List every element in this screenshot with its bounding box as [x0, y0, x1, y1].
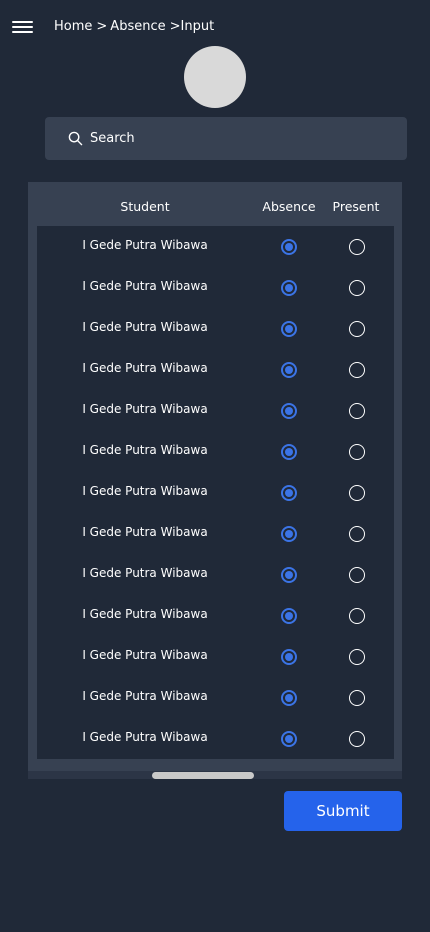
present-radio[interactable]	[349, 731, 365, 747]
column-header-absence: Absence	[262, 199, 316, 214]
table-row: I Gede Putra Wibawa	[37, 390, 394, 431]
table-row: I Gede Putra Wibawa	[37, 267, 394, 308]
table-row: I Gede Putra Wibawa	[37, 718, 394, 759]
breadcrumb-home[interactable]: Home	[54, 19, 92, 34]
column-header-present: Present	[332, 199, 380, 214]
absence-radio[interactable]	[281, 444, 297, 460]
table-row: I Gede Putra Wibawa	[37, 472, 394, 513]
absence-radio[interactable]	[281, 280, 297, 296]
present-radio[interactable]	[349, 526, 365, 542]
student-name: I Gede Putra Wibawa	[82, 525, 208, 539]
absence-radio[interactable]	[281, 239, 297, 255]
absence-radio[interactable]	[281, 608, 297, 624]
present-radio[interactable]	[349, 362, 365, 378]
breadcrumb-separator: >	[169, 19, 181, 34]
student-name: I Gede Putra Wibawa	[82, 238, 208, 252]
breadcrumb-current: Input	[180, 19, 215, 34]
present-radio[interactable]	[349, 239, 365, 255]
column-header-student: Student	[120, 199, 170, 214]
present-radio[interactable]	[349, 321, 365, 337]
student-name: I Gede Putra Wibawa	[82, 320, 208, 334]
table-row: I Gede Putra Wibawa	[37, 554, 394, 595]
student-name: I Gede Putra Wibawa	[82, 648, 208, 662]
absence-radio[interactable]	[281, 526, 297, 542]
table-row: I Gede Putra Wibawa	[37, 226, 394, 267]
student-name: I Gede Putra Wibawa	[82, 607, 208, 621]
breadcrumb-separator: >	[96, 19, 108, 34]
table-row: I Gede Putra Wibawa	[37, 349, 394, 390]
present-radio[interactable]	[349, 485, 365, 501]
present-radio[interactable]	[349, 649, 365, 665]
table-header: Student Absence Present	[28, 182, 402, 226]
student-name: I Gede Putra Wibawa	[82, 689, 208, 703]
student-name: I Gede Putra Wibawa	[82, 361, 208, 375]
avatar[interactable]	[184, 46, 246, 108]
submit-button[interactable]: Submit	[284, 791, 402, 831]
search-input[interactable]	[90, 117, 390, 160]
table-body: I Gede Putra Wibawa I Gede Putra Wibawa I …	[37, 226, 394, 759]
absence-radio[interactable]	[281, 649, 297, 665]
student-name: I Gede Putra Wibawa	[82, 279, 208, 293]
table-row: I Gede Putra Wibawa	[37, 308, 394, 349]
present-radio[interactable]	[349, 444, 365, 460]
absence-radio[interactable]	[281, 321, 297, 337]
present-radio[interactable]	[349, 608, 365, 624]
hamburger-menu-icon	[12, 21, 33, 23]
search-icon	[68, 131, 83, 146]
absence-radio[interactable]	[281, 485, 297, 501]
search-bar[interactable]	[45, 117, 407, 160]
absence-radio[interactable]	[281, 690, 297, 706]
student-name: I Gede Putra Wibawa	[82, 566, 208, 580]
absence-radio[interactable]	[281, 731, 297, 747]
student-name: I Gede Putra Wibawa	[82, 730, 208, 744]
student-name: I Gede Putra Wibawa	[82, 443, 208, 457]
horizontal-scrollbar-thumb[interactable]	[152, 772, 254, 779]
table-row: I Gede Putra Wibawa	[37, 431, 394, 472]
present-radio[interactable]	[349, 280, 365, 296]
present-radio[interactable]	[349, 403, 365, 419]
table-row: I Gede Putra Wibawa	[37, 513, 394, 554]
student-name: I Gede Putra Wibawa	[82, 402, 208, 416]
absence-radio[interactable]	[281, 567, 297, 583]
student-name: I Gede Putra Wibawa	[82, 484, 208, 498]
table-row: I Gede Putra Wibawa	[37, 595, 394, 636]
absence-radio[interactable]	[281, 403, 297, 419]
table-row: I Gede Putra Wibawa	[37, 677, 394, 718]
attendance-table: Student Absence Present I Gede Putra Wib…	[28, 182, 402, 779]
breadcrumb: Home > Absence >Input	[54, 18, 214, 36]
table-row: I Gede Putra Wibawa	[37, 636, 394, 677]
menu-button[interactable]	[12, 19, 33, 35]
present-radio[interactable]	[349, 567, 365, 583]
breadcrumb-absence[interactable]: Absence	[110, 19, 165, 34]
absence-radio[interactable]	[281, 362, 297, 378]
present-radio[interactable]	[349, 690, 365, 706]
